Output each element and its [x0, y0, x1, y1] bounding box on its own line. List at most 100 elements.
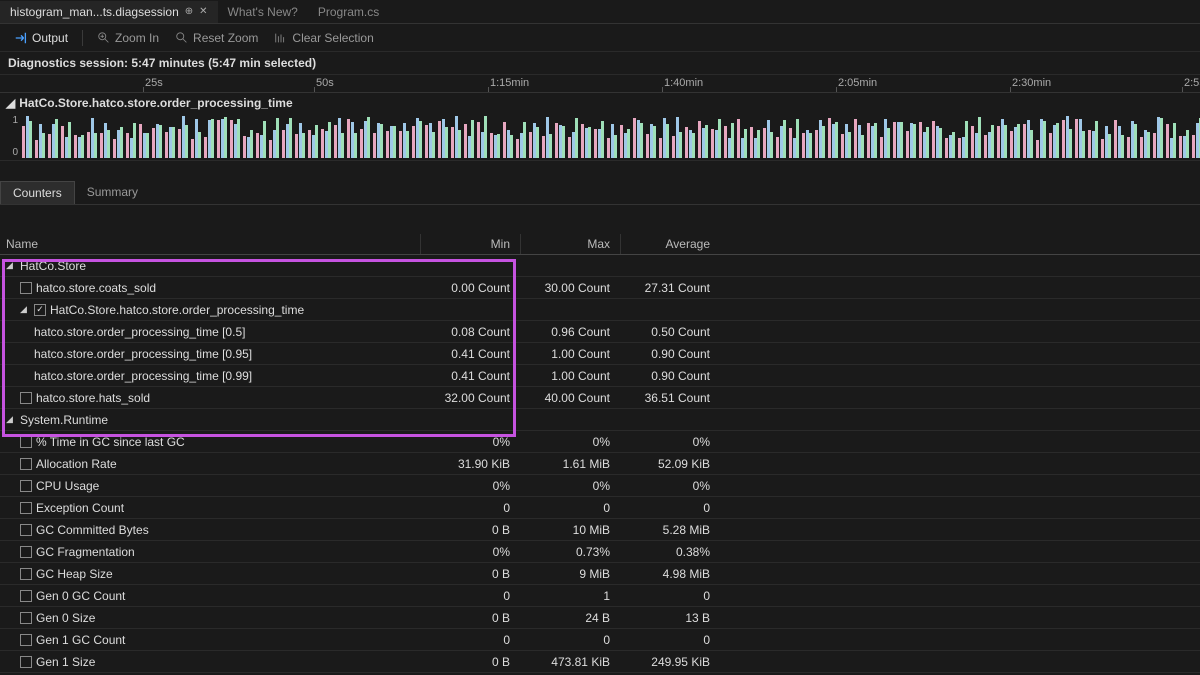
checkbox[interactable]	[20, 282, 32, 294]
cell-avg: 0.38%	[620, 545, 720, 559]
checkbox[interactable]	[20, 502, 32, 514]
clear-selection-button[interactable]: Clear Selection	[268, 29, 379, 47]
cell-avg: 36.51 Count	[620, 391, 720, 405]
group-label: HatCo.Store	[20, 259, 86, 273]
table-row[interactable]: Gen 1 Size0 B473.81 KiB249.95 KiB	[0, 651, 1200, 673]
table-row[interactable]: Gen 0 GC Count010	[0, 585, 1200, 607]
cell-max: 40.00 Count	[520, 391, 620, 405]
time-label: 25s	[145, 77, 163, 89]
output-button[interactable]: Output	[8, 29, 74, 47]
cell-min: 0	[420, 633, 520, 647]
tab-label: What's New?	[228, 5, 298, 19]
table-row[interactable]: hatco.store.order_processing_time [0.99]…	[0, 365, 1200, 387]
col-avg[interactable]: Average	[620, 234, 720, 254]
checkbox[interactable]	[20, 480, 32, 492]
checkbox[interactable]	[20, 436, 32, 448]
tab-summary[interactable]: Summary	[75, 181, 150, 204]
tab-programcs[interactable]: Program.cs	[308, 1, 389, 23]
y-tick: 1	[12, 115, 18, 126]
table-row[interactable]: Gen 0 Size0 B24 B13 B	[0, 607, 1200, 629]
metric-header-label: HatCo.Store.hatco.store.order_processing…	[19, 96, 292, 110]
time-label: 2:30min	[1012, 77, 1051, 89]
table-row[interactable]: Allocation Rate31.90 KiB1.61 MiB52.09 Ki…	[0, 453, 1200, 475]
zoom-in-button[interactable]: Zoom In	[91, 29, 165, 47]
chart-bars	[22, 113, 1200, 160]
tab-diagsession[interactable]: histogram_man...ts.diagsession ⊕ ✕	[0, 1, 218, 23]
tab-label: histogram_man...ts.diagsession	[10, 5, 179, 19]
tab-counters[interactable]: Counters	[0, 181, 75, 204]
checkbox[interactable]	[20, 392, 32, 404]
checkbox[interactable]	[20, 546, 32, 558]
pin-icon[interactable]: ⊕	[185, 6, 193, 17]
clear-selection-label: Clear Selection	[292, 31, 373, 45]
cell-min: 0%	[420, 545, 520, 559]
document-tabs: histogram_man...ts.diagsession ⊕ ✕ What'…	[0, 0, 1200, 24]
timeline-ruler[interactable]: 25s50s1:15min1:40min2:05min2:30min2:55mi…	[0, 75, 1200, 93]
counter-name: hatco.store.hats_sold	[36, 391, 150, 405]
output-icon	[14, 31, 28, 45]
zoom-in-icon	[97, 31, 111, 45]
table-row[interactable]: ◢ System.Runtime	[0, 409, 1200, 431]
clear-selection-icon	[274, 31, 288, 45]
caret-down-icon: ◢	[6, 414, 16, 425]
col-max[interactable]: Max	[520, 234, 620, 254]
cell-max: 9 MiB	[520, 567, 620, 581]
checkbox[interactable]	[20, 612, 32, 624]
counter-name: GC Committed Bytes	[36, 523, 149, 537]
table-row[interactable]: GC Committed Bytes0 B10 MiB5.28 MiB	[0, 519, 1200, 541]
cell-max: 0%	[520, 479, 620, 493]
table-row[interactable]: hatco.store.order_processing_time [0.95]…	[0, 343, 1200, 365]
cell-avg: 249.95 KiB	[620, 655, 720, 669]
metric-header[interactable]: ◢ HatCo.Store.hatco.store.order_processi…	[0, 93, 1200, 113]
table-row[interactable]: hatco.store.order_processing_time [0.5]0…	[0, 321, 1200, 343]
session-info: Diagnostics session: 5:47 minutes (5:47 …	[0, 52, 1200, 75]
checkbox[interactable]	[20, 656, 32, 668]
counter-name: Gen 1 GC Count	[36, 633, 125, 647]
table-row[interactable]: GC Heap Size0 B9 MiB4.98 MiB	[0, 563, 1200, 585]
counter-name: HatCo.Store.hatco.store.order_processing…	[50, 303, 304, 317]
counter-name: % Time in GC since last GC	[36, 435, 185, 449]
counter-name: Gen 0 Size	[36, 611, 95, 625]
counter-name: Allocation Rate	[36, 457, 117, 471]
table-row[interactable]: GC Fragmentation0%0.73%0.38%	[0, 541, 1200, 563]
counter-name: hatco.store.coats_sold	[36, 281, 156, 295]
checkbox[interactable]	[34, 304, 46, 316]
checkbox[interactable]	[20, 590, 32, 602]
close-icon[interactable]: ✕	[199, 6, 207, 17]
cell-avg: 0	[620, 589, 720, 603]
cell-avg: 13 B	[620, 611, 720, 625]
cell-avg: 52.09 KiB	[620, 457, 720, 471]
reset-zoom-button[interactable]: Reset Zoom	[169, 29, 264, 47]
time-label: 50s	[316, 77, 334, 89]
group-label: System.Runtime	[20, 413, 108, 427]
cell-max: 0.73%	[520, 545, 620, 559]
table-row[interactable]: Exception Count000	[0, 497, 1200, 519]
table-row[interactable]: ◢HatCo.Store	[0, 255, 1200, 277]
counter-name: GC Heap Size	[36, 567, 113, 581]
histogram-chart[interactable]: 1 0	[0, 113, 1200, 161]
table-row[interactable]: % Time in GC since last GC0%0%0%	[0, 431, 1200, 453]
counter-name: hatco.store.order_processing_time [0.95]	[34, 347, 252, 361]
cell-avg: 0	[620, 633, 720, 647]
table-row[interactable]: CPU Usage0%0%0%	[0, 475, 1200, 497]
cell-avg: 0.90 Count	[620, 347, 720, 361]
table-row[interactable]: ◢HatCo.Store.hatco.store.order_processin…	[0, 299, 1200, 321]
table-row[interactable]: Gen 1 GC Count000	[0, 629, 1200, 651]
time-label: 2:05min	[838, 77, 877, 89]
cell-max: 24 B	[520, 611, 620, 625]
cell-avg: 0.50 Count	[620, 325, 720, 339]
checkbox[interactable]	[20, 458, 32, 470]
checkbox[interactable]	[20, 634, 32, 646]
table-row[interactable]: hatco.store.hats_sold32.00 Count40.00 Co…	[0, 387, 1200, 409]
caret-down-icon: ◢	[6, 96, 15, 110]
checkbox[interactable]	[20, 568, 32, 580]
toolbar: Output Zoom In Reset Zoom Clear Selectio…	[0, 24, 1200, 52]
cell-avg: 4.98 MiB	[620, 567, 720, 581]
cell-avg: 0.90 Count	[620, 369, 720, 383]
table-row[interactable]: hatco.store.coats_sold0.00 Count30.00 Co…	[0, 277, 1200, 299]
tab-whatsnew[interactable]: What's New?	[218, 1, 308, 23]
checkbox[interactable]	[20, 524, 32, 536]
col-name[interactable]: Name	[0, 237, 420, 251]
cell-max: 10 MiB	[520, 523, 620, 537]
col-min[interactable]: Min	[420, 234, 520, 254]
